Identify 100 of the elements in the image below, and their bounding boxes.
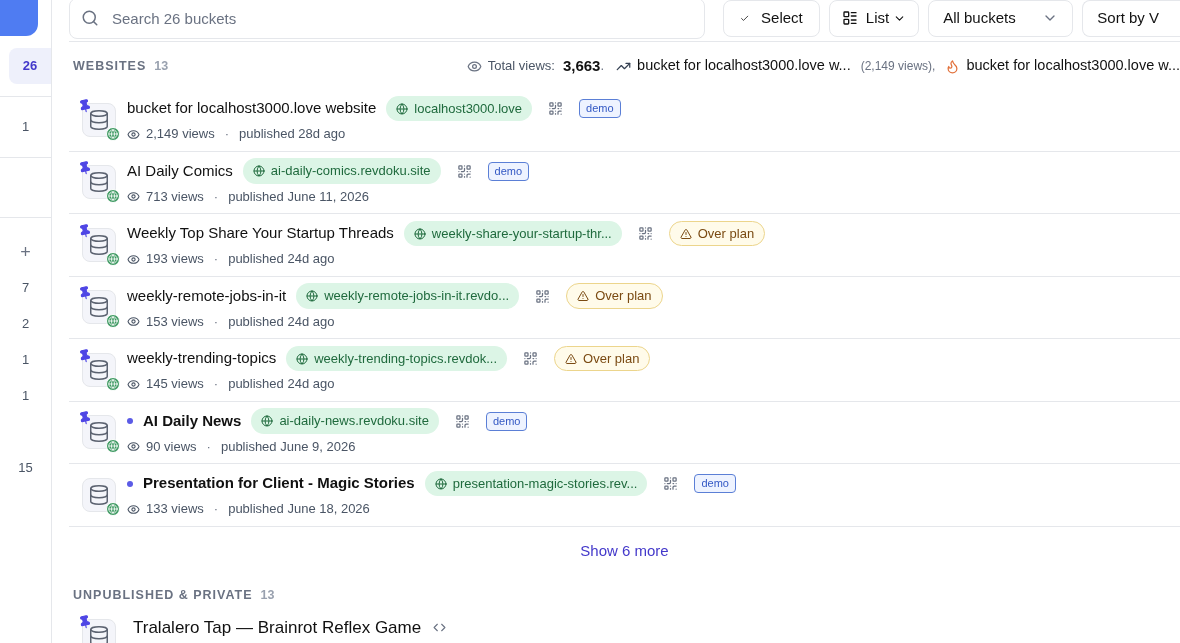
published-date: published June 11, 2026 (228, 187, 369, 206)
view-button[interactable]: List (828, 0, 920, 37)
view-count: 90 views (146, 437, 197, 456)
over-plan-tag: Over plan (566, 283, 663, 309)
globe-icon (252, 165, 265, 177)
sidebar-count[interactable]: 15 (0, 450, 51, 486)
demo-tag: demo (694, 474, 736, 493)
view-count: 145 views (146, 375, 204, 394)
eye-icon (127, 252, 140, 266)
over-plan-tag: Over plan (554, 345, 651, 372)
qr-code-icon[interactable] (637, 226, 653, 241)
globe-icon (261, 415, 274, 427)
eye-icon (466, 58, 482, 74)
sidebar-header-button[interactable] (0, 0, 38, 36)
add-button[interactable]: + (0, 234, 51, 270)
globe-icon (434, 477, 447, 490)
qr-code-icon[interactable] (548, 101, 564, 116)
separator-dot: · (224, 125, 229, 144)
sidebar-count[interactable]: 1 (0, 109, 51, 145)
total-views-label: Total views: (487, 57, 555, 76)
bucket-name[interactable]: Presentation for Client - Magic Stories (143, 472, 415, 495)
domain-link[interactable]: localhost3000.love (386, 95, 533, 122)
eye-icon (127, 315, 140, 328)
separator-dot: · (213, 500, 219, 519)
qr-code-icon[interactable] (535, 288, 551, 304)
separator-dot: · (213, 187, 219, 206)
select-button[interactable]: Select (722, 0, 820, 37)
search-icon (81, 8, 99, 27)
separator-dot: · (213, 312, 219, 331)
top-bucket-views: (2,149 views), (860, 58, 936, 75)
globe-icon (106, 189, 120, 204)
demo-tag: demo (487, 161, 530, 181)
bucket-icon (82, 415, 116, 450)
sidebar-count[interactable]: 26 (9, 48, 51, 84)
eye-icon (127, 502, 140, 516)
globe-icon (396, 102, 409, 115)
sidebar-count[interactable]: 2 (0, 306, 51, 342)
view-count: 2,149 views (146, 125, 215, 144)
globe-icon (296, 352, 309, 365)
section-count: 13 (154, 57, 169, 75)
hot-bucket-link[interactable]: bucket for localhost3000.love w... (966, 55, 1180, 77)
qr-code-icon[interactable] (456, 163, 472, 179)
bucket-icon (82, 227, 116, 262)
bucket-name[interactable]: AI Daily News (143, 409, 242, 433)
published-date: published 24d ago (228, 250, 335, 269)
section-title: UNPUBLISHED & PRIVATE (73, 586, 253, 604)
sidebar-count[interactable]: 7 (0, 270, 51, 306)
published-date: published 24d ago (228, 375, 335, 394)
sort-dropdown[interactable]: Sort by V (1082, 0, 1180, 37)
eye-icon (127, 127, 140, 141)
published-date: published 24d ago (228, 312, 335, 331)
domain-link[interactable]: ai-daily-news.revdoku.site (251, 408, 439, 434)
domain-link[interactable]: weekly-trending-topics.revdok... (286, 345, 508, 372)
show-more-link[interactable]: Show 6 more (580, 539, 669, 562)
warning-icon (577, 290, 590, 302)
globe-icon (413, 227, 426, 240)
bucket-icon (82, 165, 116, 200)
domain-link[interactable]: presentation-magic-stories.rev... (424, 470, 648, 497)
domain-link[interactable]: weekly-share-your-startup-thr... (403, 220, 622, 247)
sidebar-count[interactable]: 1 (0, 378, 51, 414)
bucket-icon (82, 102, 116, 137)
bucket-name[interactable]: weekly-trending-topics (127, 347, 277, 370)
sidebar-count[interactable]: 1 (0, 342, 51, 378)
domain-link[interactable]: weekly-remote-jobs-in-it.revdo... (296, 283, 520, 309)
section-title: WEBSITES (73, 57, 147, 75)
bucket-name[interactable]: Weekly Top Share Your Startup Threads (127, 222, 394, 245)
qr-code-icon[interactable] (454, 413, 470, 429)
eye-icon (127, 440, 140, 453)
eye-icon (127, 377, 140, 391)
globe-icon (306, 290, 319, 302)
domain-link[interactable]: ai-daily-comics.revdoku.site (242, 158, 441, 184)
filter-dropdown[interactable]: All buckets (928, 0, 1074, 37)
separator-dot: · (213, 375, 219, 394)
published-date: published 28d ago (239, 125, 346, 144)
bucket-name[interactable]: Tralalero Tap — Brainrot Reflex Game (133, 615, 422, 641)
bucket-name[interactable]: weekly-remote-jobs-in-it (127, 284, 287, 308)
bucket-icon (82, 290, 116, 325)
top-bucket-link[interactable]: bucket for localhost3000.love w... (637, 55, 851, 77)
demo-tag: demo (485, 411, 528, 431)
bucket-name[interactable]: AI Daily Comics (127, 159, 233, 183)
search-field[interactable]: Search 26 buckets (69, 0, 705, 39)
demo-tag: demo (579, 99, 621, 118)
bucket-icon (82, 477, 116, 512)
section-count: 13 (260, 586, 275, 604)
published-date: published June 9, 2026 (220, 437, 356, 456)
qr-code-icon[interactable] (523, 351, 539, 366)
view-count: 713 views (146, 187, 204, 206)
bucket-name[interactable]: bucket for localhost3000.love website (127, 97, 377, 120)
list-icon (841, 10, 858, 26)
eye-icon (127, 190, 140, 203)
qr-code-icon[interactable] (663, 476, 679, 491)
separator: . (600, 57, 605, 76)
warning-icon (565, 352, 578, 365)
view-count: 153 views (146, 312, 204, 331)
bucket-icon (82, 352, 116, 387)
globe-icon (106, 314, 120, 329)
separator-dot: · (206, 437, 211, 456)
warning-icon (679, 227, 692, 240)
view-count: 133 views (146, 500, 204, 519)
separator-dot: · (213, 250, 219, 269)
